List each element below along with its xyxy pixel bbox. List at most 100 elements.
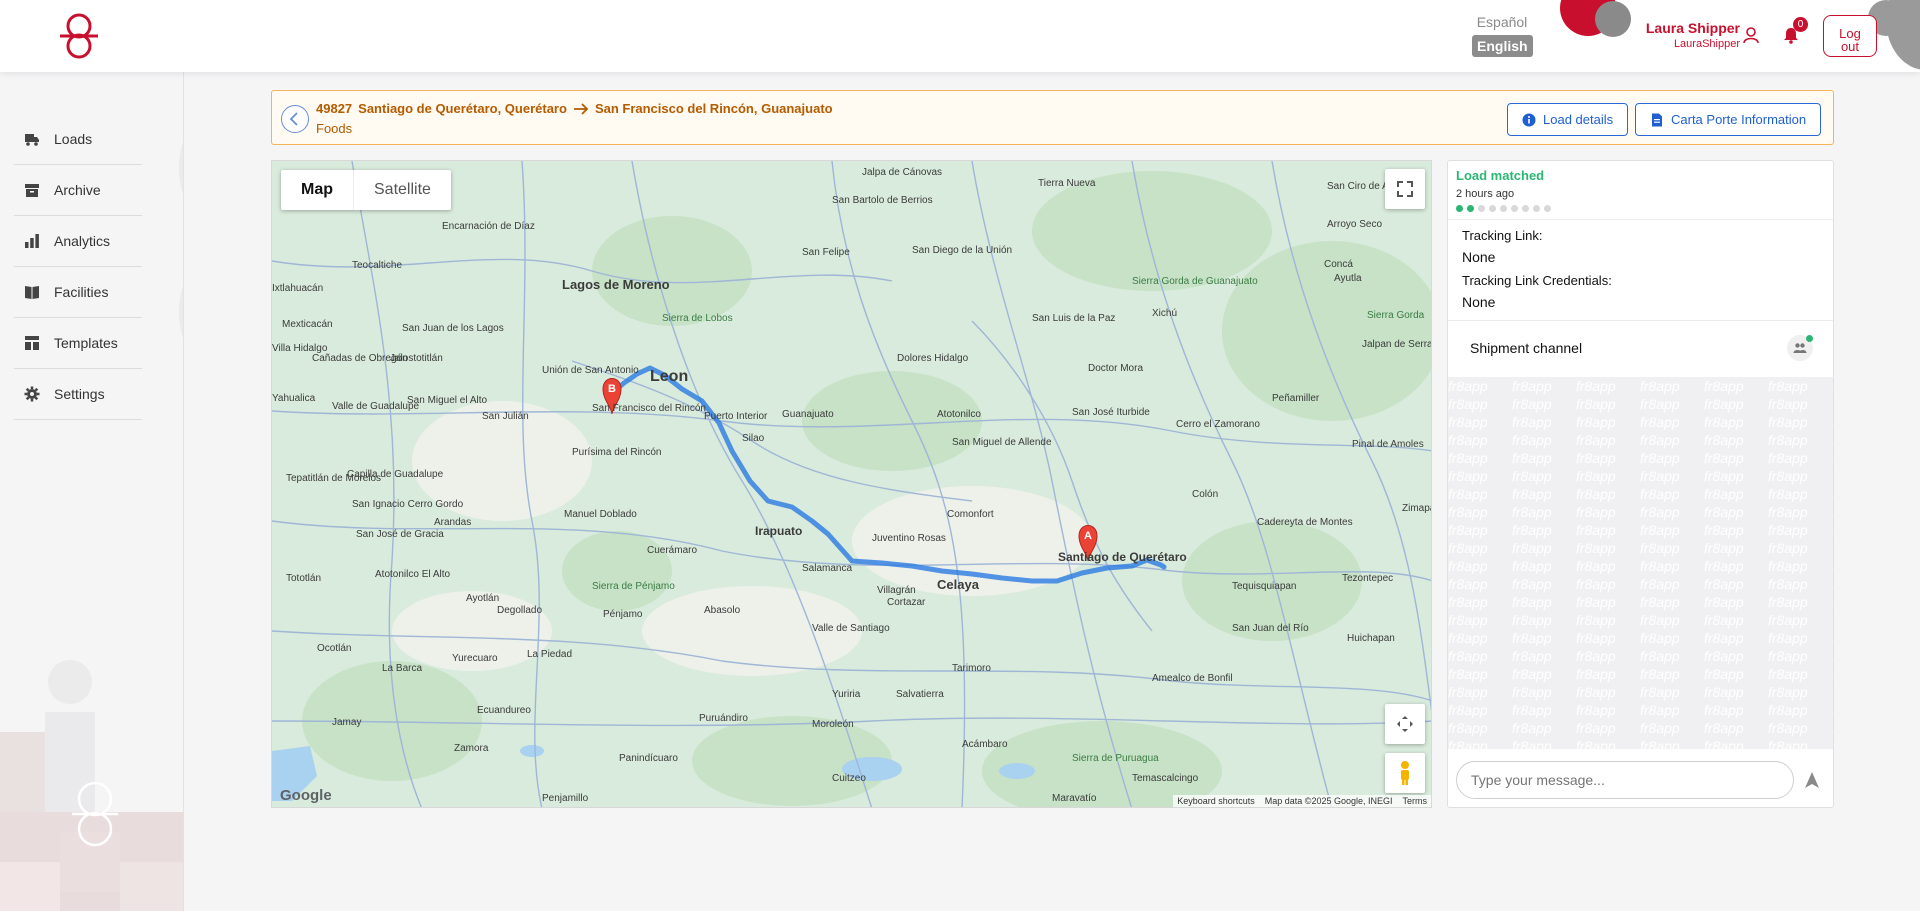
sidebar-item-label: Archive: [54, 182, 101, 198]
map-label: Huichapan: [1347, 633, 1395, 644]
google-logo: Google: [280, 787, 332, 804]
map-label: Manuel Doblado: [564, 509, 637, 520]
map-label: Colón: [1192, 489, 1218, 500]
map-label: San Miguel de Allende: [952, 437, 1052, 448]
map-label: Sierra Gorda: [1367, 310, 1425, 321]
pegman-icon: [1401, 761, 1409, 785]
fr8app-logo[interactable]: [56, 12, 102, 60]
map-label: Salamanca: [802, 563, 852, 574]
map-label: Irapuato: [755, 524, 802, 538]
load-status: Load matched: [1456, 168, 1545, 183]
map-type-satellite[interactable]: Satellite: [353, 170, 451, 210]
map-label: Comonfort: [947, 509, 994, 520]
map-label: Temascalcingo: [1132, 773, 1199, 784]
map-label: Yuriria: [832, 689, 861, 700]
map-label: Maravatío: [1052, 793, 1097, 804]
map-label: Jamay: [332, 717, 361, 728]
truck-icon: [25, 134, 39, 146]
map-label: Cerro el Zamorano: [1176, 419, 1260, 430]
map-label: Atotonilco El Alto: [375, 569, 450, 580]
map-label: La Barca: [382, 663, 422, 674]
map-label: Capilla de Guadalupe: [347, 469, 444, 480]
map-label: San José Iturbide: [1072, 407, 1150, 418]
language-spanish[interactable]: Español: [1472, 14, 1532, 30]
progress-dot: [1522, 205, 1529, 212]
map-label: Ecuandureo: [477, 705, 531, 716]
sidebar-item-analytics[interactable]: Analytics: [14, 216, 142, 267]
user-icon[interactable]: [1742, 26, 1760, 44]
sidebar-item-label: Templates: [54, 335, 118, 351]
sidebar-item-templates[interactable]: Templates: [14, 318, 142, 369]
fullscreen-icon: [1397, 181, 1413, 197]
tracking-section: Tracking Link: None Tracking Link Creden…: [1448, 219, 1833, 321]
map-canvas[interactable]: A B Jalpa de Cánovas Tierra Nueva San Ci…: [272, 161, 1432, 808]
map-label: Jalostotitlán: [390, 353, 443, 364]
map-label: Moroleón: [812, 719, 854, 730]
user-handle: LauraShipper: [1673, 38, 1740, 50]
map-label: Cortazar: [887, 597, 926, 608]
book-icon: [25, 286, 39, 299]
route-map[interactable]: A B Jalpa de Cánovas Tierra Nueva San Ci…: [271, 160, 1432, 808]
tracking-link-label: Tracking Link:: [1462, 228, 1543, 243]
map-label: San José de Gracia: [356, 529, 444, 540]
sidebar-item-archive[interactable]: Archive: [14, 165, 142, 216]
map-label: Atotonilco: [937, 409, 981, 420]
group-icon: [1793, 343, 1807, 353]
fullscreen-button[interactable]: [1385, 169, 1425, 209]
map-label: Dolores Hidalgo: [897, 353, 969, 364]
channel-members-button[interactable]: [1787, 335, 1813, 361]
map-label: Tarimoro: [952, 663, 991, 674]
map-label: Jalpa de Cánovas: [862, 167, 942, 178]
map-label: Jalpan de Serra: [1362, 339, 1432, 350]
load-origin: Santiago de Querétaro, Querétaro: [358, 101, 567, 116]
message-input[interactable]: [1456, 761, 1794, 799]
sidebar-item-facilities[interactable]: Facilities: [14, 267, 142, 318]
map-label: Villagrán: [877, 585, 916, 596]
back-button[interactable]: [281, 105, 309, 133]
map-label: Juventino Rosas: [872, 533, 946, 544]
decorative-circle: [1595, 1, 1631, 37]
user-info[interactable]: Laura Shipper LauraShipper: [1630, 20, 1740, 50]
map-type-map[interactable]: Map: [281, 170, 353, 210]
info-icon: [1522, 113, 1536, 126]
map-label: Guanajuato: [782, 409, 834, 420]
map-label: San Diego de la Unión: [912, 245, 1012, 256]
map-label: Purísima del Rincón: [572, 447, 661, 458]
map-label: Peñamiller: [1272, 393, 1320, 404]
map-label: Xichú: [1152, 308, 1177, 319]
load-details-button[interactable]: Load details: [1507, 103, 1629, 136]
online-indicator: [1806, 335, 1813, 342]
street-view-pegman[interactable]: [1385, 753, 1425, 793]
map-camera-control[interactable]: [1385, 704, 1425, 744]
map-label: Cuerámaro: [647, 545, 697, 556]
map-data-credit: Map data ©2025 Google, INEGI: [1264, 796, 1393, 806]
map-label: Zamora: [454, 743, 489, 754]
map-label: La Piedad: [527, 649, 572, 660]
map-label: Yurecuaro: [452, 653, 498, 664]
keyboard-shortcuts-link[interactable]: Keyboard shortcuts: [1177, 796, 1255, 807]
load-route: 49827 Santiago de Querétaro, Querétaro S…: [316, 101, 833, 116]
language-english[interactable]: English: [1472, 35, 1533, 57]
send-icon[interactable]: [1802, 770, 1822, 790]
progress-dot: [1489, 205, 1496, 212]
sidebar-item-settings[interactable]: Settings: [14, 369, 142, 420]
map-label: Zimapán: [1402, 503, 1432, 514]
logout-button[interactable]: Log out: [1823, 15, 1877, 57]
load-id: 49827: [316, 101, 353, 116]
template-icon: [25, 336, 39, 350]
map-label: Puerto Interior: [704, 411, 768, 422]
chevron-left-icon: [289, 112, 298, 126]
map-label: San Bartolo de Berrios: [832, 195, 933, 206]
map-label: Tototlán: [286, 573, 321, 584]
sidebar-item-loads[interactable]: Loads: [14, 114, 142, 165]
map-label: Unión de San Antonio: [542, 365, 639, 376]
map-label: San Luis de la Paz: [1032, 313, 1115, 324]
carta-porte-button[interactable]: Carta Porte Information: [1635, 103, 1822, 136]
map-label: Amealco de Bonfil: [1152, 673, 1233, 684]
progress-dot: [1544, 205, 1551, 212]
notification-badge: 0: [1793, 17, 1808, 32]
load-details-label: Load details: [1543, 112, 1614, 127]
terms-link[interactable]: Terms: [1403, 796, 1428, 807]
map-label: Panindícuaro: [619, 753, 678, 764]
document-icon: [1652, 113, 1662, 126]
